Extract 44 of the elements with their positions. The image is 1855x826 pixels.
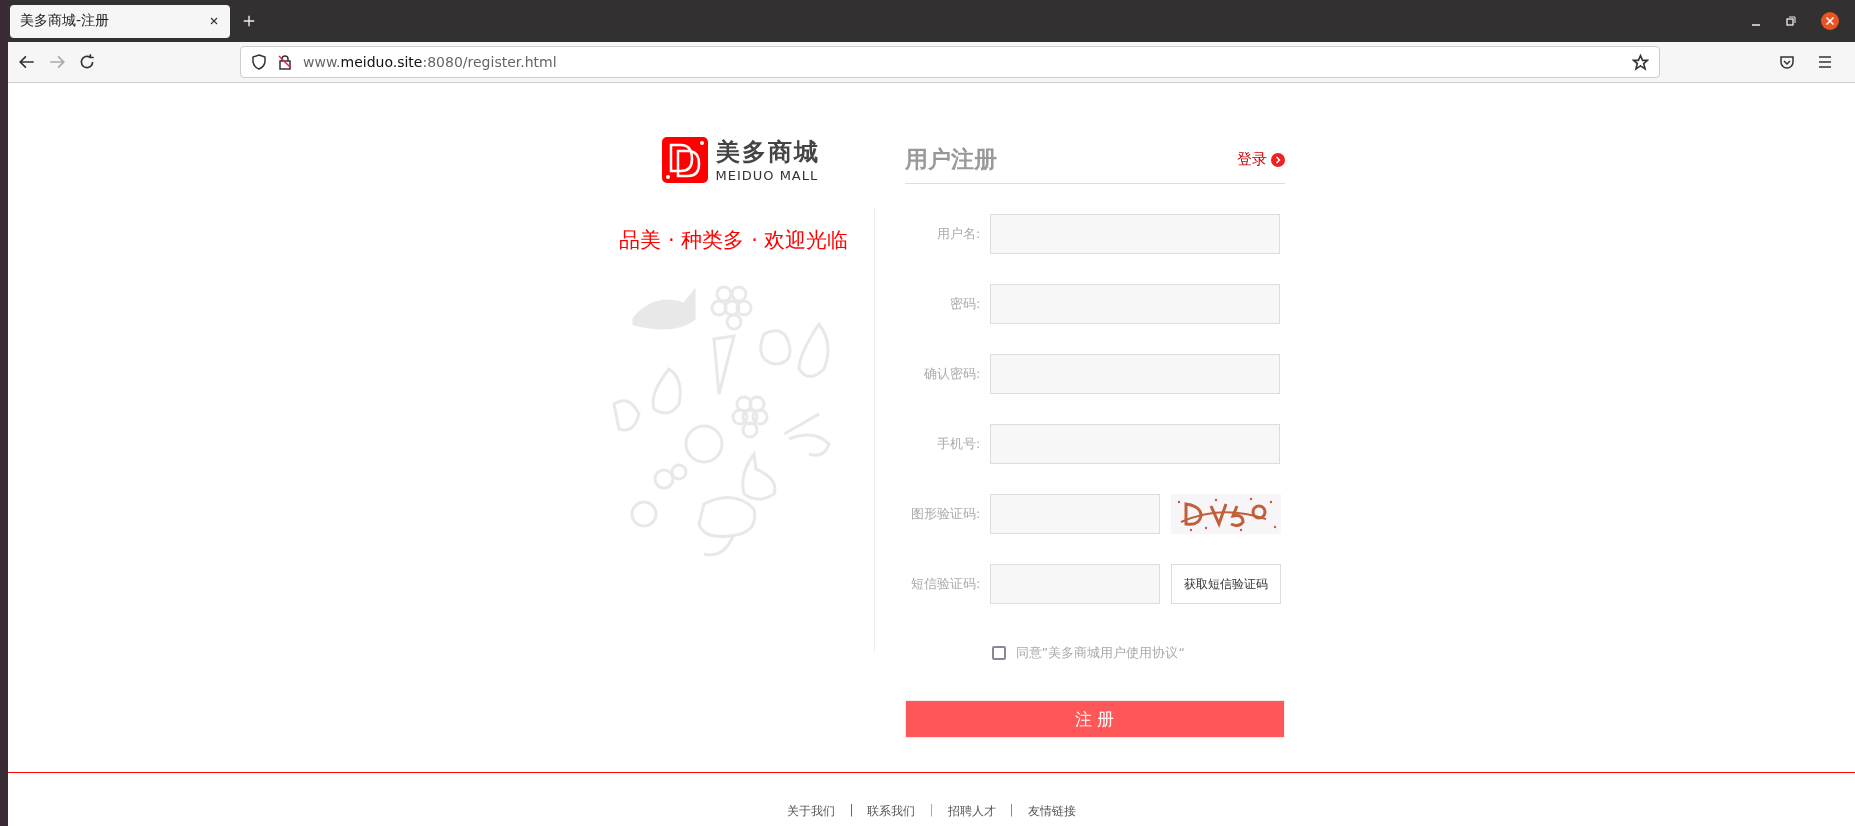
plus-icon[interactable]: [242, 14, 256, 28]
browser-tab[interactable]: 美多商城-注册: [10, 4, 230, 38]
logo-subtitle: MEIDUO MALL: [715, 168, 820, 183]
star-icon[interactable]: [1632, 53, 1649, 71]
agree-label: 同意”美多商城用户使用协议“: [1015, 644, 1185, 662]
get-code-button[interactable]: 获取短信验证码: [1170, 564, 1281, 604]
field-label: 确认密码:: [923, 365, 981, 383]
input-field[interactable]: [989, 214, 1280, 254]
input-field[interactable]: [989, 284, 1280, 324]
shield-icon[interactable]: [251, 54, 267, 70]
field-label: 手机号:: [936, 435, 981, 453]
field-label: 短信验证码:: [910, 575, 981, 593]
input-field[interactable]: [989, 564, 1160, 604]
login-link[interactable]: 登录: [1236, 150, 1285, 169]
close-icon[interactable]: [1821, 12, 1839, 30]
input-field[interactable]: [989, 354, 1280, 394]
footer-link[interactable]: 关于我们: [787, 803, 836, 820]
footer-link[interactable]: 友情链接: [1027, 803, 1076, 820]
logo-icon: [661, 136, 708, 183]
slogan: 品美 · 种类多 · 欢迎光临: [619, 227, 849, 254]
menu-icon[interactable]: [1817, 54, 1833, 70]
field-label: 用户名:: [936, 225, 981, 243]
input-field[interactable]: [989, 494, 1160, 534]
back-icon[interactable]: [18, 53, 36, 71]
chevron-icon: [1270, 152, 1285, 167]
logo-name: 美多商城: [715, 137, 820, 168]
footer-link[interactable]: 联系我们: [867, 803, 916, 820]
separator: |: [849, 803, 854, 819]
url-text: www.meiduo.site:8080/register.html: [303, 54, 558, 70]
form-title: 用户注册: [904, 145, 997, 174]
agree-checkbox[interactable]: [991, 646, 1006, 660]
field-label: 密码:: [949, 295, 981, 313]
lock-icon[interactable]: [277, 54, 293, 70]
separator: |: [929, 803, 934, 819]
separator: |: [1009, 803, 1014, 819]
address-bar[interactable]: www.meiduo.site:8080/register.html: [240, 46, 1660, 78]
reload-icon[interactable]: [78, 53, 96, 71]
footer-link[interactable]: 招聘人才: [947, 803, 996, 820]
tab-title: 美多商城-注册: [20, 12, 110, 30]
close-icon[interactable]: [208, 15, 220, 27]
field-label: 图形验证码:: [910, 505, 981, 523]
maximize-icon[interactable]: [1785, 15, 1797, 27]
pocket-icon[interactable]: [1779, 54, 1795, 70]
input-field[interactable]: [989, 424, 1280, 464]
